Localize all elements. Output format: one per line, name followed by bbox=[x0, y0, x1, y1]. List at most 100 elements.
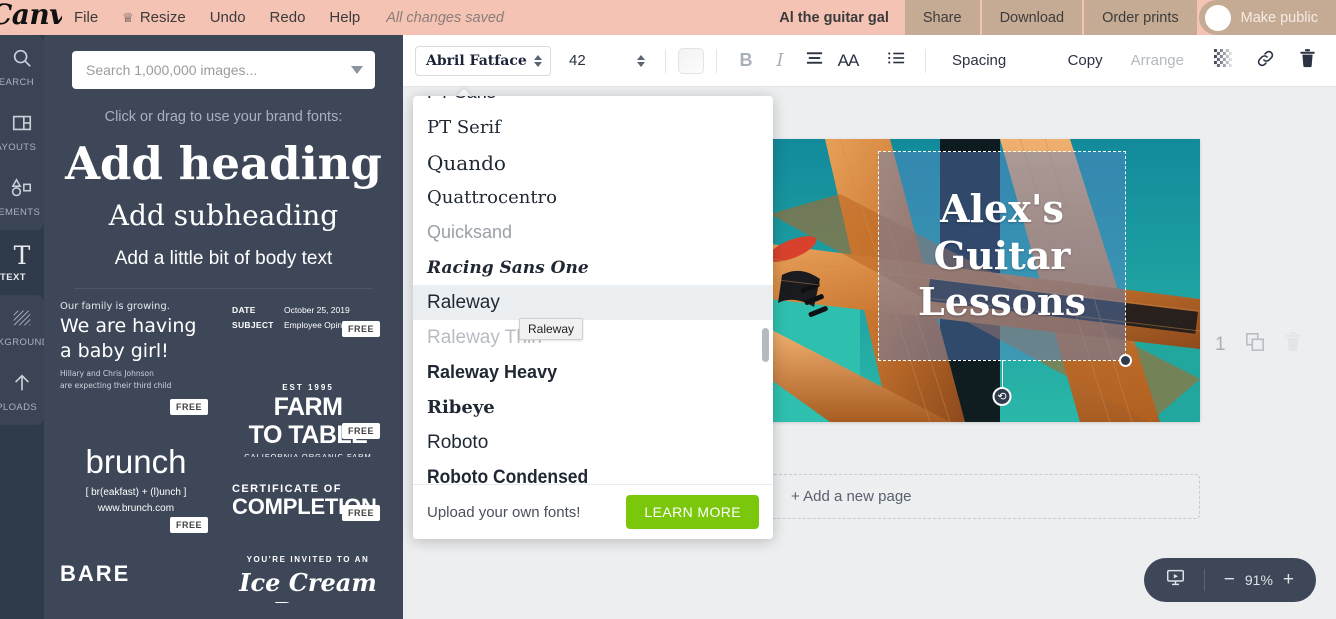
search-input[interactable] bbox=[86, 62, 351, 78]
zoom-out-button[interactable]: − bbox=[1218, 569, 1241, 591]
sidebar-item-elements[interactable]: ELEMENTS bbox=[0, 165, 44, 230]
font-option-quando[interactable]: Quando bbox=[413, 145, 773, 180]
zoom-in-button[interactable]: + bbox=[1277, 569, 1300, 591]
transparency-button[interactable] bbox=[1206, 44, 1240, 78]
template-card-baby[interactable]: Our family is growing. We are having a b… bbox=[60, 301, 212, 419]
italic-button[interactable]: I bbox=[763, 44, 797, 78]
download-button[interactable]: Download bbox=[981, 0, 1083, 35]
sidebar-item-text[interactable]: T TEXT bbox=[0, 230, 44, 295]
font-list-scrollbar[interactable] bbox=[762, 100, 769, 479]
sidebar-item-text-label: TEXT bbox=[0, 271, 26, 283]
present-button[interactable] bbox=[1160, 568, 1191, 593]
baby-line3: a baby girl! bbox=[60, 339, 169, 362]
font-option-ribeye[interactable]: Ribeye bbox=[413, 390, 773, 425]
font-option-roboto-condensed[interactable]: Roboto Condensed bbox=[413, 460, 773, 485]
font-option-label: Raleway Heavy bbox=[427, 362, 558, 382]
canva-logo[interactable]: Canva bbox=[0, 0, 62, 35]
zoom-bar: − 91% + bbox=[1143, 558, 1316, 602]
top-bar-right: Al the guitar gal Share Download Order p… bbox=[765, 0, 1336, 35]
add-heading-text[interactable]: Add heading bbox=[44, 141, 403, 186]
free-badge: FREE bbox=[341, 505, 380, 521]
rotate-handle[interactable]: ⟲ bbox=[992, 387, 1012, 406]
design-page[interactable]: Alex's Guitar Lessons ⟲ bbox=[770, 139, 1200, 422]
bullet-list-button[interactable] bbox=[879, 44, 913, 78]
spacing-button[interactable]: Spacing bbox=[938, 52, 1020, 69]
share-button[interactable]: Share bbox=[904, 0, 980, 35]
font-option-raleway-heavy[interactable]: Raleway Heavy bbox=[413, 355, 773, 390]
rotate-line bbox=[1002, 360, 1003, 390]
delete-button[interactable] bbox=[1290, 44, 1324, 78]
template-card-farm[interactable]: EST 1995 FARM TO TABLE CALIFORNIA ORGANI… bbox=[232, 365, 384, 457]
sidebar-item-layouts[interactable]: LAYOUTS bbox=[0, 100, 44, 165]
sidebar-item-elements-label: ELEMENTS bbox=[0, 207, 41, 218]
make-public-toggle[interactable]: Make public bbox=[1198, 0, 1336, 35]
menu-redo[interactable]: Redo bbox=[258, 0, 318, 35]
brunch-sub1: [ br(eakfast) + (l)unch ] bbox=[85, 487, 187, 498]
text-case-button[interactable]: AA bbox=[831, 44, 865, 78]
order-prints-button[interactable]: Order prints bbox=[1084, 0, 1197, 35]
font-option-quattrocentro[interactable]: Quattrocentro bbox=[413, 180, 773, 215]
sidebar-item-search[interactable]: SEARCH bbox=[0, 35, 44, 100]
duplicate-page-button[interactable] bbox=[1245, 332, 1265, 357]
add-body-text[interactable]: Add a little bit of body text bbox=[44, 248, 403, 270]
zoom-divider bbox=[1203, 569, 1205, 591]
menu-resize[interactable]: ♕ Resize bbox=[110, 0, 198, 35]
design-text[interactable]: Alex's Guitar Lessons bbox=[879, 152, 1125, 360]
resize-handle[interactable] bbox=[1119, 354, 1132, 367]
font-option-roboto[interactable]: Roboto bbox=[413, 425, 773, 460]
menu-redo-label: Redo bbox=[269, 9, 306, 26]
align-button[interactable] bbox=[797, 44, 831, 78]
menu-file-label: File bbox=[74, 9, 99, 26]
text-color-swatch[interactable] bbox=[678, 47, 704, 74]
rail-group-top: SEARCH LAYOUTS ELEMENTS bbox=[0, 35, 44, 230]
add-new-page-button[interactable]: + Add a new page bbox=[770, 474, 1200, 519]
search-area bbox=[44, 35, 403, 89]
bold-button[interactable]: B bbox=[729, 44, 763, 78]
copy-button[interactable]: Copy bbox=[1054, 52, 1117, 69]
font-size-select[interactable]: 42 bbox=[559, 46, 653, 76]
free-badge: FREE bbox=[169, 399, 208, 415]
font-family-select[interactable]: Abril Fatface bbox=[415, 45, 551, 76]
menu-undo[interactable]: Undo bbox=[198, 0, 258, 35]
menu-file[interactable]: File bbox=[62, 0, 110, 35]
font-option-pt-serif[interactable]: PT Serif bbox=[413, 110, 773, 145]
template-card-bare[interactable]: BARE bbox=[60, 549, 212, 609]
font-tooltip: Raleway bbox=[519, 318, 584, 340]
layouts-icon bbox=[11, 112, 33, 138]
farm-sub: CALIFORNIA ORGANIC FARM bbox=[244, 452, 372, 457]
template-card-icecream[interactable]: YOU'RE INVITED TO AN Ice Cream Party bbox=[232, 541, 384, 603]
font-option-quicksand[interactable]: Quicksand bbox=[413, 215, 773, 250]
arrange-button[interactable]: Arrange bbox=[1117, 52, 1198, 69]
font-option-raleway[interactable]: Raleway bbox=[413, 285, 773, 320]
font-option-raleway-thin[interactable]: Raleway Thin bbox=[413, 320, 773, 355]
delete-page-button[interactable] bbox=[1284, 332, 1302, 357]
upload-fonts-label: Upload your own fonts! bbox=[427, 503, 581, 521]
scrollbar-thumb[interactable] bbox=[762, 328, 769, 362]
font-option-racing-sans-one[interactable]: Racing Sans One bbox=[413, 250, 773, 285]
link-icon bbox=[1256, 49, 1275, 73]
icecream-title: Ice Cream Party bbox=[239, 568, 377, 603]
text-selection-box[interactable]: Alex's Guitar Lessons ⟲ bbox=[878, 151, 1132, 406]
font-dropdown-footer: Upload your own fonts! LEARN MORE bbox=[413, 484, 773, 539]
template-card-brunch[interactable]: brunch [ br(eakfast) + (l)unch ] www.bru… bbox=[60, 431, 212, 537]
font-list[interactable]: PT Sans PT Serif Quando Quattrocentro Quicks… bbox=[413, 96, 773, 484]
sidebar-item-uploads[interactable]: UPLOADS bbox=[0, 360, 44, 425]
design-title[interactable]: Al the guitar gal bbox=[765, 0, 903, 35]
bare-title: BARE bbox=[60, 561, 131, 586]
template-card-memo[interactable]: DATE October 25, 2019 SUBJECT Employee O… bbox=[232, 301, 384, 353]
template-card-certificate[interactable]: CERTIFICATE OF COMPLETION FREE bbox=[232, 469, 384, 529]
menu-help[interactable]: Help bbox=[317, 0, 372, 35]
chevron-down-icon[interactable] bbox=[351, 66, 363, 74]
canva-logo-text: Canva bbox=[0, 0, 62, 31]
memo-date-value: October 25, 2019 bbox=[284, 305, 350, 315]
add-subheading-text[interactable]: Add subheading bbox=[44, 202, 403, 230]
font-dropdown[interactable]: PT Sans PT Serif Quando Quattrocentro Quicks… bbox=[413, 96, 773, 539]
baby-small2: are expecting their third child bbox=[60, 381, 172, 391]
menu-help-label: Help bbox=[329, 9, 361, 26]
link-button[interactable] bbox=[1248, 44, 1282, 78]
font-option-label: Quando bbox=[427, 150, 506, 175]
sidebar-item-background[interactable]: BACKGROUND bbox=[0, 295, 44, 360]
search-box[interactable] bbox=[72, 51, 375, 89]
font-option-pt-sans[interactable]: PT Sans bbox=[413, 96, 773, 110]
learn-more-button[interactable]: LEARN MORE bbox=[626, 495, 759, 529]
